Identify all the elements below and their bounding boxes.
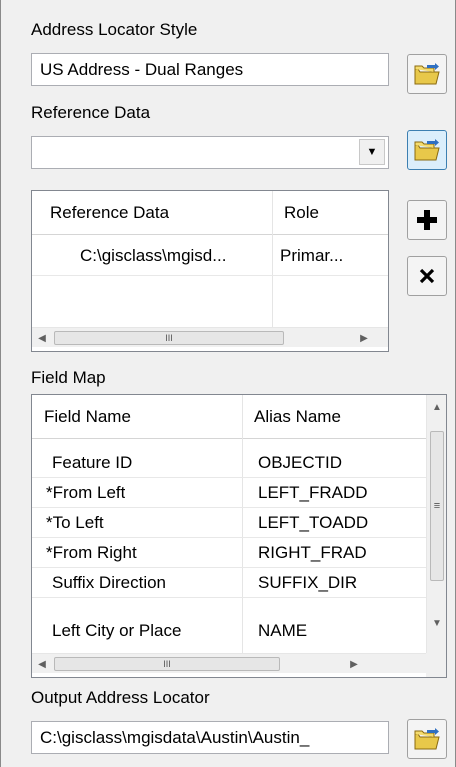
- row-divider: [32, 537, 426, 538]
- scroll-thumb[interactable]: III: [54, 331, 284, 345]
- close-icon: [419, 268, 435, 284]
- alias-name-cell[interactable]: RIGHT_FRAD: [258, 543, 367, 563]
- browse-output-locator-button[interactable]: [407, 719, 447, 759]
- scroll-up-icon[interactable]: ▲: [427, 397, 446, 417]
- field-map-hscrollbar[interactable]: ◀ III ▶: [32, 653, 426, 673]
- field-name-cell[interactable]: Left City or Place: [52, 621, 181, 653]
- scroll-left-icon[interactable]: ◀: [32, 654, 52, 674]
- alias-name-cell[interactable]: LEFT_FRADD: [258, 483, 368, 503]
- column-header-role[interactable]: Role: [284, 203, 319, 223]
- geocoding-panel: Address Locator Style US Address - Dual …: [0, 0, 456, 767]
- reference-table-header: Reference Data Role: [32, 191, 388, 235]
- reference-data-label: Reference Data: [31, 103, 151, 122]
- alias-name-cell[interactable]: OBJECTID: [258, 453, 342, 473]
- field-name-cell[interactable]: *From Right: [46, 543, 137, 563]
- reference-table-hscrollbar[interactable]: ◀ III ▶: [32, 327, 388, 347]
- table-cell-role[interactable]: Primar...: [280, 246, 386, 266]
- scroll-left-icon[interactable]: ◀: [32, 328, 52, 348]
- browse-reference-data-button[interactable]: [407, 130, 447, 170]
- open-folder-icon: [414, 139, 440, 161]
- row-divider: [32, 567, 426, 568]
- field-name-cell[interactable]: *From Left: [46, 483, 125, 503]
- open-folder-icon: [414, 728, 440, 750]
- scroll-down-icon[interactable]: ▼: [427, 613, 446, 633]
- field-name-cell[interactable]: *To Left: [46, 513, 104, 533]
- field-name-cell[interactable]: Feature ID: [52, 453, 132, 473]
- scroll-right-icon[interactable]: ▶: [354, 328, 374, 348]
- alias-name-cell[interactable]: LEFT_TOADD: [258, 513, 368, 533]
- scroll-right-icon[interactable]: ▶: [344, 654, 364, 674]
- scroll-thumb[interactable]: III: [54, 657, 280, 671]
- locator-style-field[interactable]: US Address - Dual Ranges: [31, 53, 389, 86]
- field-map-header: Field Name Alias Name: [32, 395, 426, 439]
- reference-data-dropdown[interactable]: [31, 136, 389, 169]
- field-map-table[interactable]: Field Name Alias Name Feature ID OBJECTI…: [31, 394, 447, 678]
- add-reference-button[interactable]: [407, 200, 447, 240]
- open-folder-icon: [414, 63, 440, 85]
- row-divider: [32, 597, 426, 598]
- column-header-alias-name[interactable]: Alias Name: [254, 407, 341, 427]
- scroll-corner: [426, 653, 446, 677]
- column-divider: [242, 395, 243, 653]
- field-map-label: Field Map: [31, 368, 106, 387]
- remove-reference-button[interactable]: [407, 256, 447, 296]
- dropdown-arrow-icon[interactable]: ▼: [359, 139, 385, 165]
- locator-style-label: Address Locator Style: [31, 20, 198, 39]
- row-divider: [32, 275, 388, 276]
- field-name-cell[interactable]: Suffix Direction: [52, 573, 166, 593]
- column-divider: [272, 191, 273, 327]
- column-header-reference-data[interactable]: Reference Data: [50, 203, 169, 223]
- scroll-thumb[interactable]: ≡: [430, 431, 444, 581]
- table-cell-reference-path[interactable]: C:\gisclass\mgisd...: [80, 246, 268, 266]
- browse-locator-style-button[interactable]: [407, 54, 447, 94]
- plus-icon: [417, 210, 437, 230]
- output-locator-field[interactable]: C:\gisclass\mgisdata\Austin\Austin_: [31, 721, 389, 754]
- alias-name-cell[interactable]: NAME: [258, 621, 307, 653]
- row-divider: [32, 477, 426, 478]
- row-divider: [32, 507, 426, 508]
- column-header-field-name[interactable]: Field Name: [44, 407, 131, 427]
- reference-data-table[interactable]: Reference Data Role C:\gisclass\mgisd...…: [31, 190, 389, 352]
- output-locator-label: Output Address Locator: [31, 688, 210, 707]
- alias-name-cell[interactable]: SUFFIX_DIR: [258, 573, 357, 593]
- field-map-vscrollbar[interactable]: ▲ ≡ ▼: [426, 395, 446, 653]
